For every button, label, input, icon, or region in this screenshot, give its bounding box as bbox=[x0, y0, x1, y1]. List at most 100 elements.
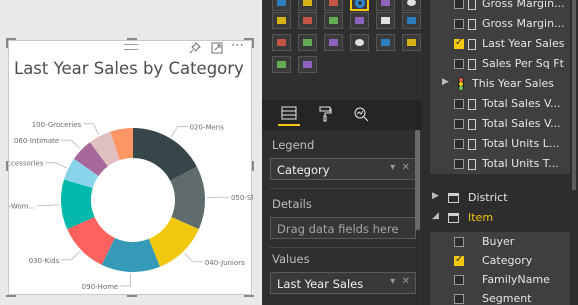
card-icon[interactable] bbox=[350, 12, 369, 29]
section-divider bbox=[270, 188, 416, 189]
field-row[interactable]: FamilyName bbox=[422, 270, 578, 290]
data-label: 010-Wom... bbox=[9, 203, 35, 211]
field-label: Last Year Sales bbox=[482, 37, 565, 50]
field-checkbox[interactable] bbox=[454, 19, 464, 29]
field-row[interactable]: Total Sales V... bbox=[422, 114, 578, 134]
chevron-down-icon[interactable]: ◢ bbox=[432, 211, 439, 221]
field-checkbox[interactable] bbox=[454, 294, 464, 304]
donut-chart-visual[interactable]: ⋯ Last Year Sales by Category 020-Mens 05… bbox=[6, 38, 254, 297]
field-checkbox[interactable] bbox=[454, 254, 464, 266]
calculator-icon bbox=[468, 0, 476, 10]
table-icon bbox=[448, 193, 459, 203]
field-row[interactable]: Last Year Sales bbox=[422, 34, 578, 54]
line-chart-icon[interactable] bbox=[272, 0, 291, 11]
remove-field-icon[interactable]: ✕ bbox=[402, 276, 410, 287]
data-label: 030-Kids bbox=[29, 257, 60, 265]
field-checkbox[interactable] bbox=[454, 159, 464, 169]
details-section-label: Details bbox=[272, 197, 312, 211]
resize-handle-top[interactable] bbox=[127, 38, 137, 40]
values-well-value: Last Year Sales bbox=[277, 277, 364, 291]
kpi-icon[interactable] bbox=[402, 12, 421, 29]
field-label: Sales Per Sq Ft bbox=[482, 57, 564, 70]
table-district[interactable]: ▶ District bbox=[422, 188, 578, 208]
gauge-icon[interactable] bbox=[324, 12, 343, 29]
field-row[interactable]: Category bbox=[422, 251, 578, 271]
donut-chart-icon[interactable] bbox=[350, 0, 369, 11]
field-checkbox[interactable] bbox=[454, 99, 464, 109]
treemap-icon[interactable] bbox=[376, 0, 395, 11]
field-row[interactable]: Buyer bbox=[422, 232, 578, 252]
field-row[interactable]: Total Units T... bbox=[422, 154, 578, 174]
field-checkbox[interactable] bbox=[454, 59, 464, 69]
table-label: District bbox=[468, 191, 508, 204]
field-row[interactable]: Gross Margin... bbox=[422, 0, 578, 14]
calculator-icon bbox=[468, 159, 476, 170]
matrix-icon[interactable] bbox=[324, 34, 343, 51]
pie-chart-icon[interactable] bbox=[324, 0, 343, 11]
chevron-down-icon[interactable]: ▾ bbox=[390, 276, 395, 287]
fields-pane: ▶ District ◢ Item Gross Margin... Gross M… bbox=[422, 0, 578, 305]
funnel-icon[interactable] bbox=[298, 12, 317, 29]
field-label: Segment bbox=[482, 292, 532, 305]
table-icon bbox=[448, 213, 459, 223]
field-row[interactable]: Gross Margin... bbox=[422, 14, 578, 34]
more-visuals-icon[interactable] bbox=[402, 34, 421, 51]
scatter-chart-icon[interactable] bbox=[298, 0, 317, 11]
leader-line bbox=[61, 139, 81, 149]
resize-handle-top-left-v[interactable] bbox=[6, 38, 8, 48]
calculator-icon bbox=[468, 59, 476, 70]
field-label: Gross Margin... bbox=[482, 0, 565, 10]
data-label: 040-Juniors bbox=[205, 259, 245, 267]
calculator-icon bbox=[468, 99, 476, 110]
values-well-controls[interactable]: ▾ ✕ bbox=[390, 276, 410, 287]
table-icon[interactable] bbox=[298, 34, 317, 51]
slicer-icon[interactable] bbox=[272, 34, 291, 51]
report-editor: ⋯ Last Year Sales by Category 020-Mens 05… bbox=[0, 0, 578, 305]
multirow-card-icon[interactable] bbox=[376, 12, 395, 29]
values-well[interactable]: Last Year Sales ▾ ✕ bbox=[270, 272, 416, 294]
leader-line bbox=[61, 251, 81, 261]
field-checkbox[interactable] bbox=[454, 119, 464, 129]
chevron-down-icon[interactable]: ▾ bbox=[390, 162, 395, 173]
field-label: Buyer bbox=[482, 235, 515, 248]
field-checkbox[interactable] bbox=[454, 0, 464, 9]
field-checkbox[interactable] bbox=[454, 237, 464, 247]
field-row[interactable]: Total Units L... bbox=[422, 134, 578, 154]
field-checkbox[interactable] bbox=[454, 139, 464, 149]
field-row[interactable]: Sales Per Sq Ft bbox=[422, 54, 578, 74]
legend-well[interactable]: Category ▾ ✕ bbox=[270, 158, 416, 180]
table-label: Item bbox=[468, 211, 494, 224]
chevron-right-icon[interactable]: ▶ bbox=[432, 191, 439, 201]
section-divider bbox=[270, 247, 416, 248]
remove-field-icon[interactable]: ✕ bbox=[402, 162, 410, 173]
calculator-icon bbox=[468, 39, 476, 50]
data-label: 100-Groceries bbox=[32, 121, 82, 129]
calculator-icon bbox=[468, 19, 476, 30]
chevron-right-icon[interactable]: ▶ bbox=[442, 77, 449, 87]
fields-tab[interactable] bbox=[278, 106, 300, 126]
custom-visual-icon[interactable] bbox=[376, 34, 395, 51]
table-item[interactable]: ◢ Item bbox=[422, 208, 578, 228]
custom-visual-2-icon[interactable] bbox=[272, 56, 291, 73]
leader-line bbox=[83, 123, 100, 135]
filled-map-icon[interactable] bbox=[272, 12, 291, 29]
legend-well-controls[interactable]: ▾ ✕ bbox=[390, 162, 410, 173]
fields-scrollbar[interactable] bbox=[572, 0, 576, 190]
field-checkbox[interactable] bbox=[454, 37, 464, 49]
globe-icon[interactable] bbox=[350, 34, 369, 51]
field-label: Total Sales V... bbox=[482, 97, 561, 110]
details-well[interactable]: Drag data fields here bbox=[270, 217, 416, 239]
analytics-tab[interactable] bbox=[350, 106, 372, 126]
resize-handle-left[interactable] bbox=[6, 161, 8, 171]
data-label: 080-Accessories bbox=[9, 160, 44, 168]
field-label: Gross Margin... bbox=[482, 17, 565, 30]
field-checkbox[interactable] bbox=[454, 275, 464, 285]
pane-scrollbar[interactable] bbox=[415, 130, 420, 230]
format-tab[interactable] bbox=[314, 106, 336, 126]
field-row[interactable]: Total Sales V... bbox=[422, 94, 578, 114]
leader-line bbox=[45, 162, 67, 169]
field-row[interactable]: Segment bbox=[422, 289, 578, 305]
custom-visual-3-icon[interactable] bbox=[298, 56, 317, 73]
field-row[interactable]: ▶ This Year Sales bbox=[422, 74, 578, 94]
map-icon[interactable] bbox=[402, 0, 421, 11]
